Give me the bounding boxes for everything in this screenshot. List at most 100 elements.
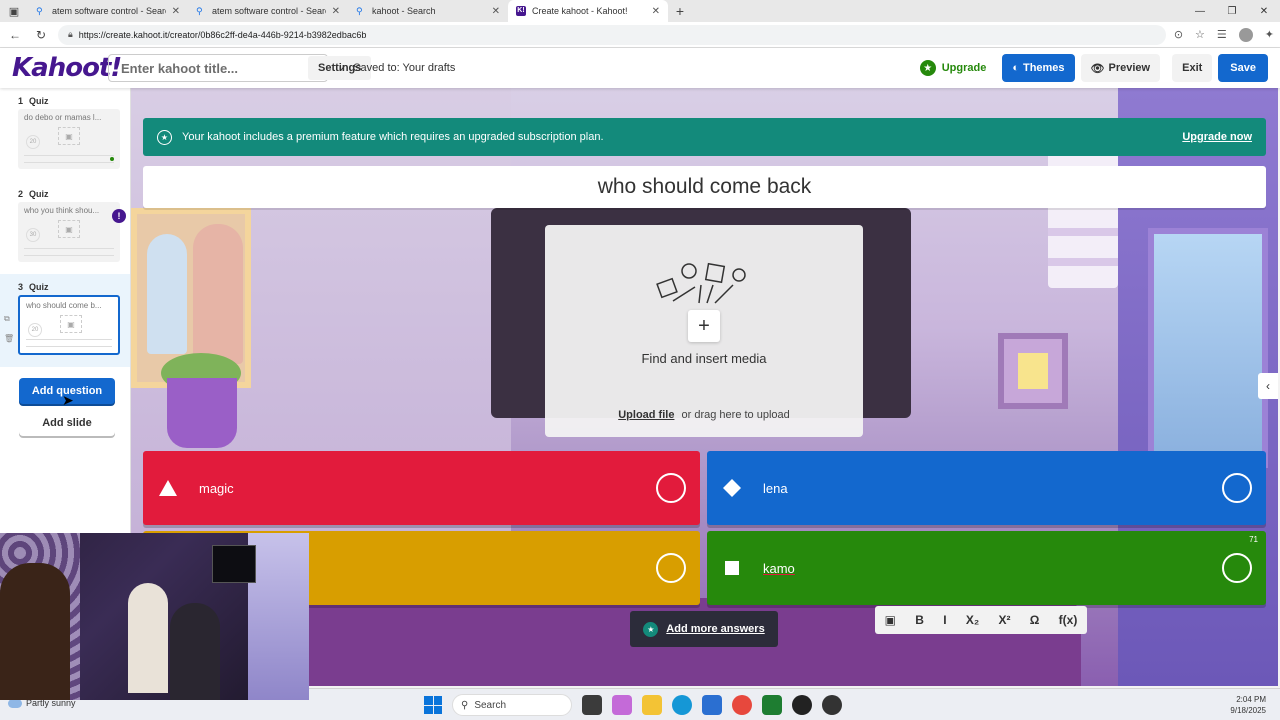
special-character-button[interactable]: Ω <box>1030 613 1040 627</box>
background-figure <box>147 234 187 354</box>
close-icon[interactable]: ✕ <box>492 6 500 17</box>
themes-button[interactable]: ◐ Themes <box>1002 54 1075 82</box>
browser-tab-strip: ▣ ⚲ atem software control - Search ✕ ⚲ a… <box>0 0 1280 22</box>
address-bar: ← ↻ 🔒︎ https://create.kahoot.it/creator/… <box>0 22 1280 48</box>
window-menu-icon[interactable]: ▣ <box>0 0 28 22</box>
superscript-button[interactable]: X² <box>998 613 1010 627</box>
slide-item-2[interactable]: 2 Quiz who you think shou... 30 ▣ ! <box>0 181 130 274</box>
xbox-icon[interactable] <box>762 695 782 715</box>
windows-start-icon[interactable] <box>424 696 442 714</box>
slide-thumbnail[interactable]: do debo or mamas l... 20 ▣ <box>18 109 120 169</box>
browser-tab-1[interactable]: ⚲ atem software control - Search ✕ <box>28 0 188 22</box>
close-icon[interactable]: ✕ <box>652 6 660 17</box>
answer-text[interactable]: magic <box>199 481 234 496</box>
answer-text[interactable]: kamo <box>763 561 795 576</box>
back-icon[interactable]: ← <box>6 28 24 42</box>
kahoot-title-input[interactable] <box>109 60 308 76</box>
file-explorer-icon[interactable] <box>642 695 662 715</box>
kahoot-logo[interactable]: Kahoot! <box>12 53 122 83</box>
star-icon: ★ <box>643 621 659 637</box>
kahoot-icon: K! <box>516 6 526 16</box>
webcam-light <box>248 533 309 700</box>
copilot-icon[interactable]: ✦ <box>1265 28 1274 41</box>
close-icon[interactable]: ✕ <box>172 6 180 17</box>
slide-item-3[interactable]: 3 Quiz who should come b... 20 ▣ ⧉ 🗑︎ <box>0 274 130 367</box>
add-slide-button[interactable]: Add slide <box>19 410 115 436</box>
tab-title: atem software control - Search <box>212 6 326 16</box>
app-icon[interactable] <box>792 695 812 715</box>
profile-avatar[interactable] <box>1238 27 1253 42</box>
slides-sidebar: 1 Quiz do debo or mamas l... 20 ▣ 2 Quiz… <box>0 88 131 534</box>
minimize-icon[interactable]: — <box>1184 0 1216 22</box>
chevron-left-icon[interactable]: ‹ <box>1258 373 1278 399</box>
background-window <box>1148 228 1268 468</box>
close-icon[interactable]: ✕ <box>332 6 340 17</box>
reload-icon[interactable]: ↻ <box>32 28 50 42</box>
slide-label: 1 Quiz <box>18 96 130 106</box>
correct-answer-toggle[interactable] <box>1222 473 1252 503</box>
duplicate-icon[interactable]: ⧉ <box>4 314 14 324</box>
mouse-cursor-icon: ➤ <box>62 392 74 408</box>
copilot-app-icon[interactable] <box>612 695 632 715</box>
reader-icon[interactable]: ⊙ <box>1174 28 1183 41</box>
kahoot-header: Kahoot! Settings ✓ Saved to: Your drafts… <box>0 48 1280 88</box>
upgrade-button[interactable]: ★ Upgrade <box>910 60 997 76</box>
correct-answer-toggle[interactable] <box>656 473 686 503</box>
browser-tab-3[interactable]: ⚲ kahoot - Search ✕ <box>348 0 508 22</box>
url-field[interactable]: 🔒︎ https://create.kahoot.it/creator/0b86… <box>58 24 1166 45</box>
slide-item-1[interactable]: 1 Quiz do debo or mamas l... 20 ▣ <box>0 88 130 181</box>
correct-answer-toggle[interactable] <box>656 553 686 583</box>
premium-banner: ★ Your kahoot includes a premium feature… <box>143 118 1266 156</box>
slide-thumbnail[interactable]: who should come b... 20 ▣ <box>18 295 120 355</box>
question-input[interactable]: who should come back <box>143 166 1266 208</box>
browser-tab-4[interactable]: K! Create kahoot - Kahoot! ✕ <box>508 0 668 22</box>
answer-text[interactable]: lena <box>763 481 788 496</box>
answer-1[interactable]: magic <box>143 451 700 525</box>
image-icon[interactable]: ▣ <box>885 613 896 627</box>
slide-thumbnail[interactable]: who you think shou... 30 ▣ <box>18 202 120 262</box>
media-dropzone[interactable]: + Find and insert media Upload file or d… <box>545 225 863 437</box>
taskbar-search-label: Search <box>474 699 507 711</box>
search-icon: ⚲ <box>356 6 363 16</box>
trash-icon[interactable]: 🗑︎ <box>4 334 14 343</box>
store-icon[interactable] <box>702 695 722 715</box>
equation-button[interactable]: f(x) <box>1059 613 1078 627</box>
new-tab-icon[interactable]: + <box>668 0 692 22</box>
answer-2[interactable]: lena <box>707 451 1266 525</box>
chrome-icon[interactable] <box>732 695 752 715</box>
maximize-icon[interactable]: ❐ <box>1216 0 1248 22</box>
warning-icon[interactable]: ! <box>112 209 126 223</box>
media-upload-row: Upload file or drag here to upload <box>545 409 863 421</box>
close-window-icon[interactable]: ✕ <box>1248 0 1280 22</box>
correct-answer-toggle[interactable] <box>1222 553 1252 583</box>
check-icon: ✓ <box>338 62 348 75</box>
add-media-button[interactable]: + <box>688 310 720 342</box>
thumbnail-timer: 20 <box>26 135 40 149</box>
save-status: ✓ Saved to: Your drafts <box>338 62 455 75</box>
italic-button[interactable]: I <box>943 613 946 627</box>
favorite-star-icon[interactable]: ☆ <box>1195 28 1205 41</box>
browser-tab-2[interactable]: ⚲ atem software control - Search ✕ <box>188 0 348 22</box>
thumbnail-question: who should come b... <box>26 301 102 310</box>
webcam-overlay <box>0 533 309 700</box>
thumbnail-answers <box>24 155 114 163</box>
save-status-text: Saved to: Your drafts <box>353 62 456 74</box>
save-button[interactable]: Save <box>1218 54 1268 82</box>
collections-icon[interactable]: ☰ <box>1217 28 1227 41</box>
exit-button[interactable]: Exit <box>1172 54 1213 82</box>
upload-hint: or drag here to upload <box>681 409 790 421</box>
upload-file-link[interactable]: Upload file <box>618 409 674 421</box>
task-view-icon[interactable] <box>582 695 602 715</box>
search-icon: ⚲ <box>196 6 203 16</box>
preview-button[interactable]: 👁︎ Preview <box>1080 54 1161 82</box>
taskbar-search[interactable]: ⚲ Search <box>452 694 572 716</box>
upgrade-now-link[interactable]: Upgrade now <box>1182 131 1252 143</box>
system-clock[interactable]: 2:04 PM 9/18/2025 <box>1230 694 1266 716</box>
app-icon[interactable] <box>822 695 842 715</box>
image-placeholder-icon: ▣ <box>58 220 80 238</box>
edge-icon[interactable] <box>672 695 692 715</box>
answer-4[interactable]: kamo 71 <box>707 531 1266 605</box>
bold-button[interactable]: B <box>915 613 924 627</box>
subscript-button[interactable]: X₂ <box>966 613 979 627</box>
add-more-answers-button[interactable]: ★ Add more answers <box>630 611 778 647</box>
